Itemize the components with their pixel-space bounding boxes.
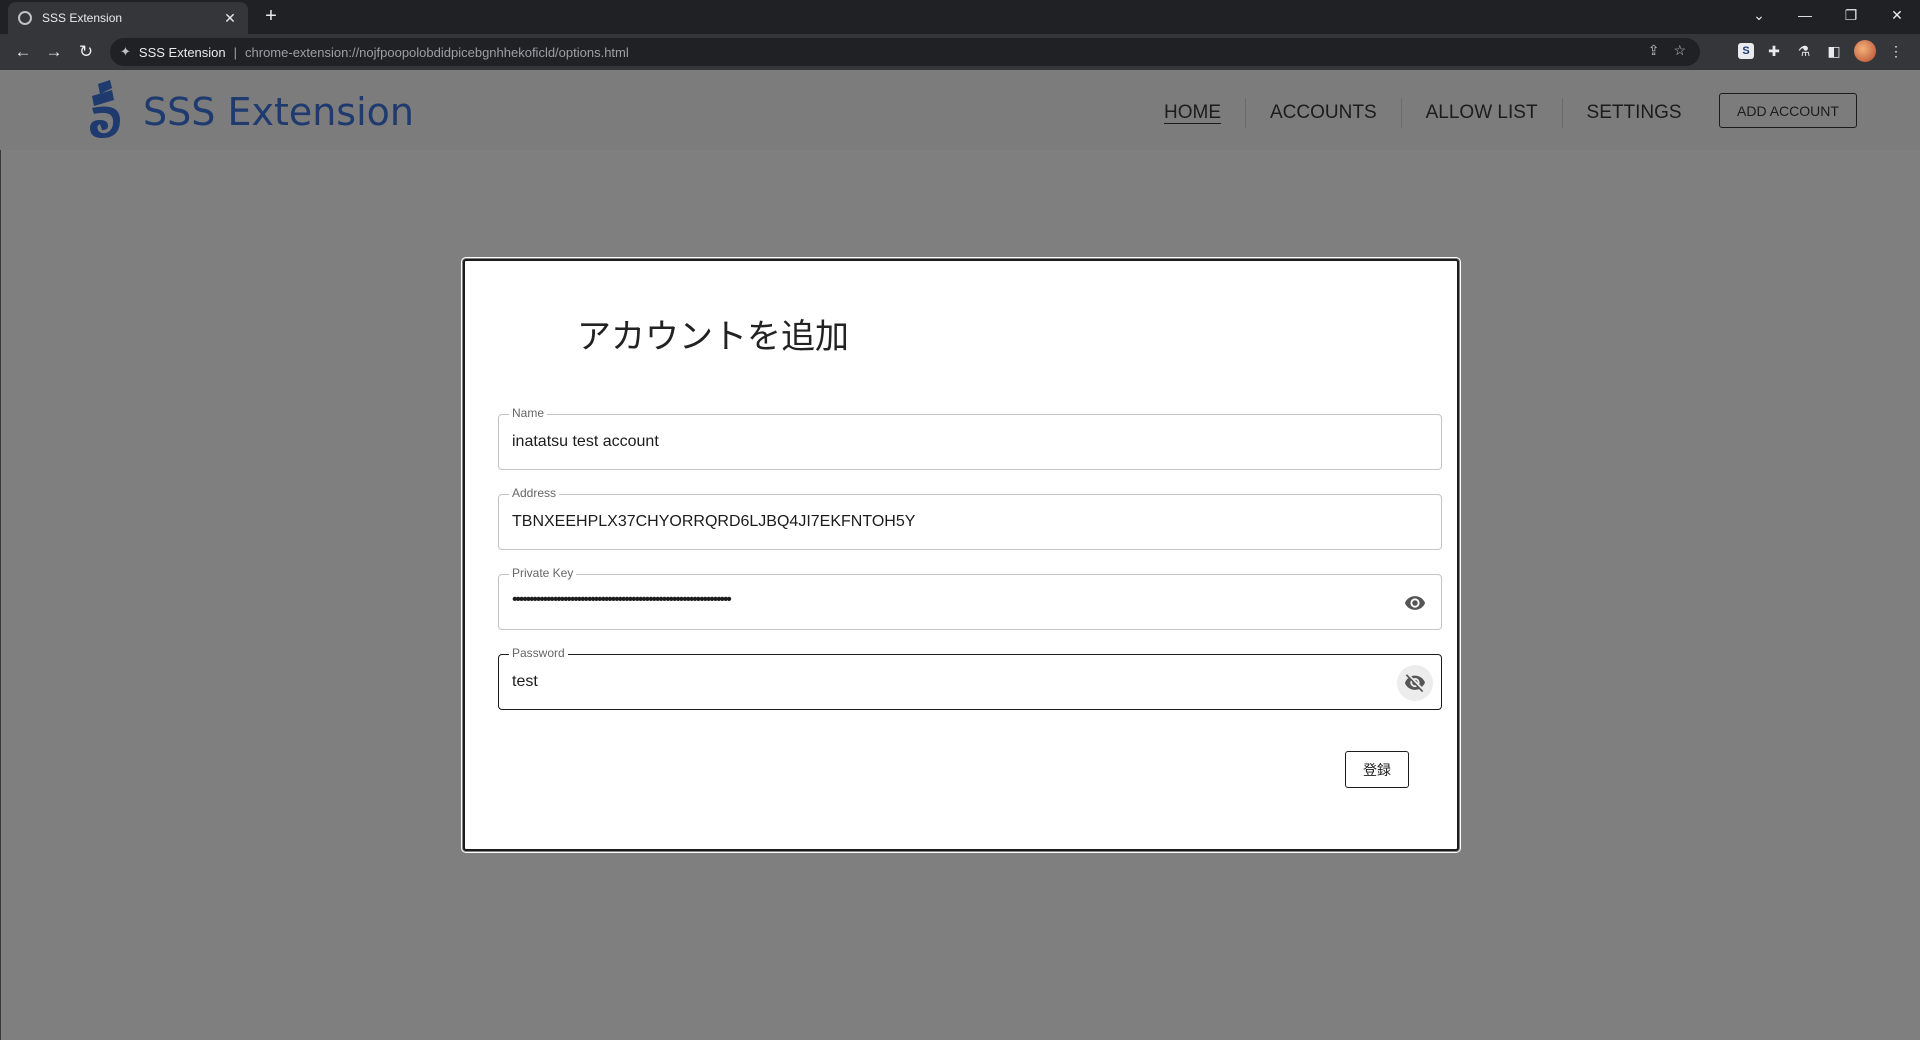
address-bar[interactable]: ✦ SSS Extension | chrome-extension://noj… [110,38,1700,66]
url-text: chrome-extension://nojfpoopolobdidpicebg… [245,44,629,60]
nav-allow-list[interactable]: ALLOW LIST [1402,102,1562,124]
site-name: SSS Extension [138,44,226,60]
private-key-field-value: ••••••••••••••••••••••••••••••••••••••••… [512,591,732,608]
nav-accounts[interactable]: ACCOUNTS [1246,102,1401,124]
globe-icon [18,11,32,25]
name-field-label: Name [509,406,548,420]
new-tab-button[interactable]: + [258,5,284,29]
close-tab-icon[interactable]: ✕ [222,10,238,27]
browser-tab-bar: SSS Extension ✕ + ⌄ — ❐ ✕ [0,0,1920,34]
restore-icon[interactable]: ❐ [1828,0,1874,30]
close-window-icon[interactable]: ✕ [1874,0,1920,30]
extension-puzzle-icon: ✦ [120,44,131,59]
add-account-button[interactable]: ADD ACCOUNT [1719,93,1857,128]
address-field-value: TBNXEEHPLX37CHYORRQRD6LJBQ4JI7EKFNTOH5Y [512,513,916,530]
labs-flask-icon[interactable]: ⚗ [1794,41,1814,61]
browser-toolbar: ← → ↻ ✦ SSS Extension | chrome-extension… [0,34,1920,70]
page-edge [0,150,1,1040]
eye-off-icon[interactable] [1397,665,1433,701]
reload-icon[interactable]: ↻ [73,39,99,65]
name-field[interactable]: Name inatatsu test account [498,406,1442,470]
address-field-label: Address [509,486,560,500]
share-icon[interactable]: ⇪ [1648,42,1660,59]
tab-title: SSS Extension [42,11,123,25]
password-field-value: test [512,673,538,690]
password-field-label: Password [509,646,568,660]
side-panel-icon[interactable]: ◧ [1824,41,1844,61]
profile-avatar[interactable] [1854,40,1876,62]
nav-settings[interactable]: SETTINGS [1563,102,1706,124]
private-key-field-label: Private Key [509,566,577,580]
sss-extension-icon[interactable]: S [1738,43,1754,59]
menu-kebab-icon[interactable]: ⋮ [1886,41,1906,61]
minimize-icon[interactable]: — [1782,0,1828,30]
app-header: SSS Extension HOME ACCOUNTS ALLOW LIST S… [0,70,1920,150]
nav-home[interactable]: HOME [1140,102,1245,124]
browser-tab[interactable]: SSS Extension ✕ [8,2,248,34]
forward-icon[interactable]: → [41,39,67,65]
password-field[interactable]: Password test [498,646,1442,710]
bookmark-star-icon[interactable]: ☆ [1673,42,1686,59]
name-field-value: inatatsu test account [512,433,659,450]
sss-logo-icon [90,80,120,138]
dialog-title: アカウントを追加 [577,317,849,357]
add-account-dialog: アカウントを追加 Name inatatsu test account Addr… [461,257,1461,853]
eye-icon[interactable] [1397,585,1433,621]
tab-search-icon[interactable]: ⌄ [1736,0,1782,30]
address-field[interactable]: Address TBNXEEHPLX37CHYORRQRD6LJBQ4JI7EK… [498,486,1442,550]
url-separator: | [233,44,238,60]
brand-name: SSS Extension [143,90,414,134]
extensions-puzzle-icon[interactable]: ✚ [1764,41,1784,61]
register-button[interactable]: 登録 [1345,751,1409,788]
main-nav: HOME ACCOUNTS ALLOW LIST SETTINGS [1140,98,1706,128]
back-icon[interactable]: ← [10,39,36,65]
private-key-field[interactable]: Private Key ••••••••••••••••••••••••••••… [498,566,1442,630]
